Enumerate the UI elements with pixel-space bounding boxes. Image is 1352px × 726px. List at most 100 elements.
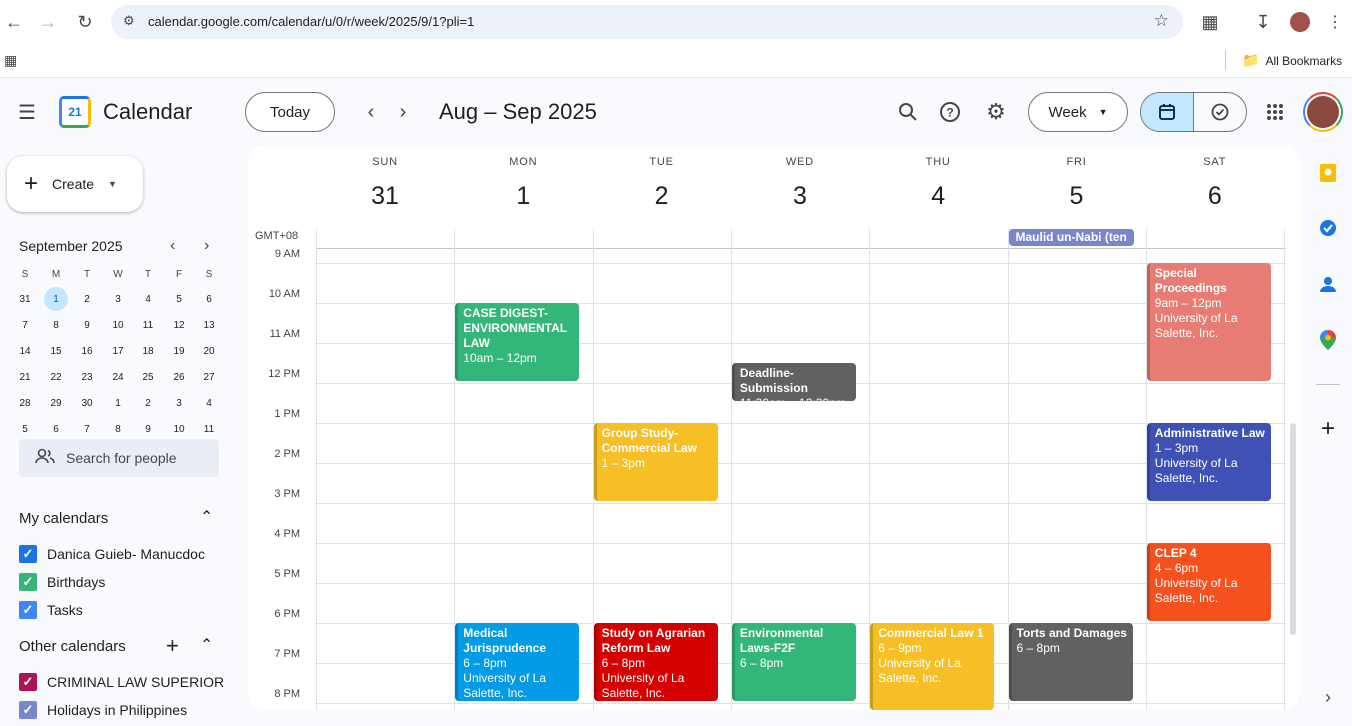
mini-day[interactable]: 25 [136, 365, 160, 389]
contacts-icon[interactable] [1316, 272, 1340, 296]
mini-day[interactable]: 16 [75, 339, 99, 363]
collapse-my-calendars-icon[interactable]: ⌃ [200, 507, 213, 527]
reload-icon[interactable]: ↻ [74, 11, 96, 33]
keep-icon[interactable] [1316, 161, 1340, 185]
day-header[interactable]: WED 3 [731, 145, 869, 215]
add-calendar-icon[interactable]: + [166, 633, 179, 659]
calendar-item[interactable]: ✓ Birthdays [19, 571, 105, 593]
day-number[interactable]: 31 [316, 182, 454, 211]
mini-day[interactable]: 14 [13, 339, 37, 363]
mini-day[interactable]: 19 [167, 339, 191, 363]
day-header[interactable]: SAT 6 [1146, 145, 1284, 215]
day-header[interactable]: MON 1 [454, 145, 592, 215]
mini-day[interactable]: 29 [44, 391, 68, 415]
search-icon[interactable] [893, 97, 923, 127]
mini-day[interactable]: 12 [167, 313, 191, 337]
help-icon[interactable]: ? [935, 97, 965, 127]
day-header[interactable]: THU 4 [869, 145, 1007, 215]
mini-day[interactable]: 28 [13, 391, 37, 415]
grid-scrollbar[interactable] [1290, 423, 1296, 635]
mini-day[interactable]: 9 [136, 417, 160, 441]
mini-day[interactable]: 1 [106, 391, 130, 415]
mini-day[interactable]: 7 [13, 313, 37, 337]
mini-day[interactable]: 26 [167, 365, 191, 389]
maps-icon[interactable] [1316, 328, 1340, 352]
search-people-input[interactable]: Search for people [19, 439, 219, 477]
calendar-event[interactable]: Group Study-Commercial Law 1 – 3pm [593, 423, 718, 501]
mini-day[interactable]: 30 [75, 391, 99, 415]
mini-day[interactable]: 11 [197, 417, 221, 441]
mini-day[interactable]: 18 [136, 339, 160, 363]
other-calendars-title[interactable]: Other calendars [19, 638, 126, 655]
mini-day[interactable]: 17 [106, 339, 130, 363]
checkbox-icon[interactable]: ✓ [19, 701, 37, 719]
mini-day[interactable]: 2 [136, 391, 160, 415]
day-number[interactable]: 4 [869, 182, 1007, 211]
calendar-item[interactable]: ✓ Holidays in Philippines [19, 699, 187, 721]
mini-day[interactable]: 9 [75, 313, 99, 337]
apps-grid-icon[interactable]: ▦ [4, 52, 17, 69]
today-button[interactable]: Today [245, 92, 335, 132]
mini-day[interactable]: 7 [75, 417, 99, 441]
calendar-event[interactable]: Administrative Law 1 – 3pm University of L… [1146, 423, 1271, 501]
forward-icon[interactable]: → [37, 11, 59, 33]
calendar-event[interactable]: CASE DIGEST-ENVIRONMENTAL LAW 10am – 12pm [455, 303, 580, 381]
mini-day[interactable]: 15 [44, 339, 68, 363]
mini-day[interactable]: 23 [75, 365, 99, 389]
mini-day[interactable]: 27 [197, 365, 221, 389]
calendar-event[interactable]: Study on Agrarian Reform Law 6 – 8pm Unive… [593, 623, 718, 701]
calendar-event[interactable]: Special Proceedings 9am – 12pm University … [1146, 263, 1271, 381]
prev-week-icon[interactable]: ‹ [356, 97, 386, 127]
calendar-mode-icon[interactable] [1141, 93, 1194, 131]
mini-day[interactable]: 8 [106, 417, 130, 441]
mini-day[interactable]: 3 [106, 287, 130, 311]
day-number[interactable]: 1 [454, 182, 592, 211]
mini-day[interactable]: 5 [167, 287, 191, 311]
mini-day[interactable]: 6 [197, 287, 221, 311]
mini-day[interactable]: 2 [75, 287, 99, 311]
calendar-item[interactable]: ✓ Danica Guieb- Manucdoc [19, 543, 205, 565]
calendar-event[interactable]: Medical Jurisprudence 6 – 8pm University o… [455, 623, 580, 701]
day-header[interactable]: TUE 2 [593, 145, 731, 215]
day-header[interactable]: SUN 31 [316, 145, 454, 215]
all-bookmarks[interactable]: 📁 All Bookmarks [1242, 52, 1342, 69]
my-calendars-title[interactable]: My calendars [19, 510, 108, 527]
google-apps-icon[interactable] [1260, 97, 1290, 127]
day-number[interactable]: 5 [1008, 182, 1146, 211]
day-number[interactable]: 3 [731, 182, 869, 211]
mini-day[interactable]: 8 [44, 313, 68, 337]
mini-day[interactable]: 1 [44, 287, 68, 311]
mini-day[interactable]: 21 [13, 365, 37, 389]
mini-day[interactable]: 10 [106, 313, 130, 337]
calendar-event[interactable]: Torts and Damages 6 – 8pm [1008, 623, 1133, 701]
next-week-icon[interactable]: › [388, 97, 418, 127]
mini-day[interactable]: 11 [136, 313, 160, 337]
calendar-item[interactable]: ✓ CRIMINAL LAW SUPERIOR [19, 671, 224, 693]
calendar-event[interactable]: Commercial Law 16 – 9pm University of La … [870, 623, 995, 710]
checkbox-icon[interactable]: ✓ [19, 573, 37, 591]
view-selector[interactable]: Week ▼ [1028, 92, 1128, 132]
expand-panel-icon[interactable]: › [1316, 685, 1340, 709]
collapse-other-calendars-icon[interactable]: ⌃ [200, 635, 213, 655]
mini-day[interactable]: 6 [44, 417, 68, 441]
mini-day[interactable]: 4 [197, 391, 221, 415]
mini-day[interactable]: 3 [167, 391, 191, 415]
mini-prev-icon[interactable]: ‹ [170, 237, 175, 255]
back-icon[interactable]: ← [3, 11, 25, 33]
mini-next-icon[interactable]: › [204, 237, 209, 255]
allday-event[interactable]: Maulid un-Nabi (ten [1008, 229, 1134, 246]
mini-day[interactable]: 5 [13, 417, 37, 441]
download-icon[interactable]: ↧ [1252, 11, 1274, 33]
mini-day[interactable]: 22 [44, 365, 68, 389]
checkbox-icon[interactable]: ✓ [19, 545, 37, 563]
calendar-event[interactable]: Environmental Laws-F2F 6 – 8pm [731, 623, 856, 701]
settings-gear-icon[interactable]: ⚙ [981, 97, 1011, 127]
get-addons-icon[interactable]: + [1316, 415, 1340, 442]
day-header[interactable]: FRI 5 [1008, 145, 1146, 215]
day-number[interactable]: 6 [1146, 182, 1284, 211]
profile-avatar[interactable] [1290, 12, 1310, 32]
calendar-event[interactable]: Deadline-Submission11:30am – 12:30pm [731, 363, 856, 401]
checkbox-icon[interactable]: ✓ [19, 673, 37, 691]
tasks-mode-icon[interactable] [1194, 93, 1246, 131]
calendar-event[interactable]: CLEP 44 – 6pm University of La Salette, I… [1146, 543, 1271, 621]
